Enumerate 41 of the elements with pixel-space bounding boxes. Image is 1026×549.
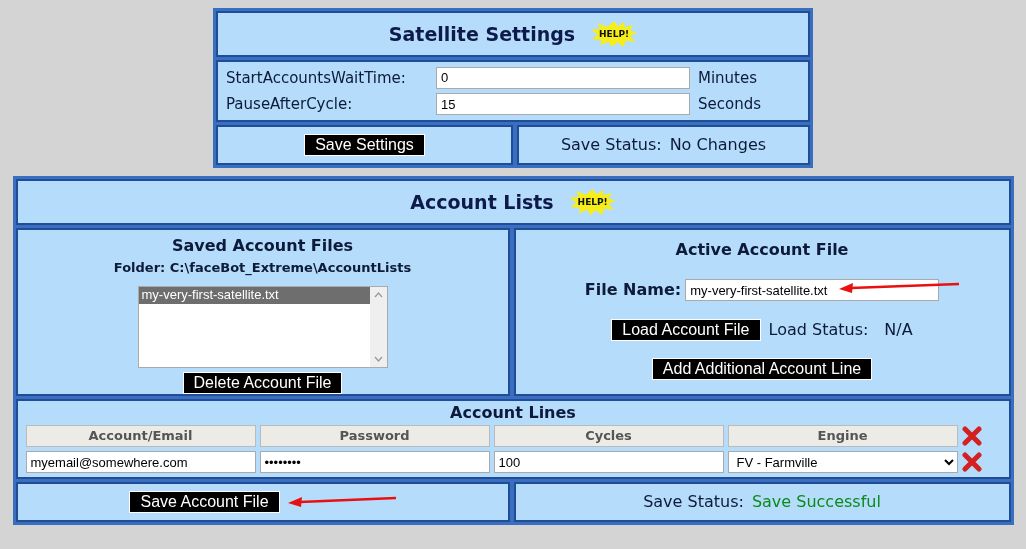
column-header: Engine xyxy=(727,425,958,447)
delete-icon[interactable] xyxy=(961,426,982,446)
panel-title: Satellite Settings xyxy=(388,21,576,47)
unit-label: Seconds xyxy=(698,94,762,115)
help-badge[interactable]: HELP! xyxy=(591,21,638,47)
load-file-button[interactable]: Load Account File xyxy=(611,319,761,341)
status-text: N/A xyxy=(884,319,913,341)
status-text: Save Successful xyxy=(751,491,881,513)
field-label: File Name: xyxy=(584,279,682,301)
folder-path: Folder: C:\faceBot_Extreme\AccountLists xyxy=(113,259,412,278)
unit-label: Minutes xyxy=(698,67,758,89)
input-field[interactable]: 15 xyxy=(436,93,690,116)
section-title: Saved Account Files xyxy=(171,235,354,257)
status-label: Save Status: xyxy=(643,491,744,513)
save-settings-button[interactable]: Save Settings xyxy=(304,134,425,156)
status-label: Load Status: xyxy=(768,319,869,341)
section-title: Active Account File xyxy=(675,239,849,261)
input-field[interactable]: myemail@somewhere.com xyxy=(25,451,256,473)
save-file-button[interactable]: Save Account File xyxy=(129,491,280,513)
add-line-button[interactable]: Add Additional Account Line xyxy=(651,358,873,380)
column-header: Cycles xyxy=(493,425,724,447)
file-list[interactable]: my-very-first-satellite.txt xyxy=(137,285,388,368)
engine-select[interactable]: FV - Farmville xyxy=(727,451,958,473)
column-header: Account/Email xyxy=(25,425,256,447)
file-list-item[interactable]: my-very-first-satellite.txt xyxy=(138,286,370,304)
input-field[interactable]: •••••••• xyxy=(259,451,490,473)
status-label: Save Status: xyxy=(560,134,662,156)
delete-icon[interactable] xyxy=(961,452,982,472)
file-name-field[interactable]: my-very-first-satellite.txt xyxy=(685,279,940,301)
column-header: Password xyxy=(259,425,490,447)
scroll-down-icon[interactable] xyxy=(373,356,383,362)
scroll-up-icon[interactable] xyxy=(373,291,383,298)
field-label: StartAccountsWaitTime: xyxy=(226,67,407,89)
delete-file-button[interactable]: Delete Account File xyxy=(182,372,343,394)
status-text: No Changes xyxy=(669,134,767,156)
section-title: Account Lines xyxy=(449,402,577,424)
panel-title: Account Lists xyxy=(410,189,554,215)
input-field[interactable]: 100 xyxy=(493,451,724,473)
help-badge[interactable]: HELP! xyxy=(569,189,616,215)
field-label: PauseAfterCycle: xyxy=(226,94,354,115)
input-field[interactable]: 0 xyxy=(436,66,690,89)
